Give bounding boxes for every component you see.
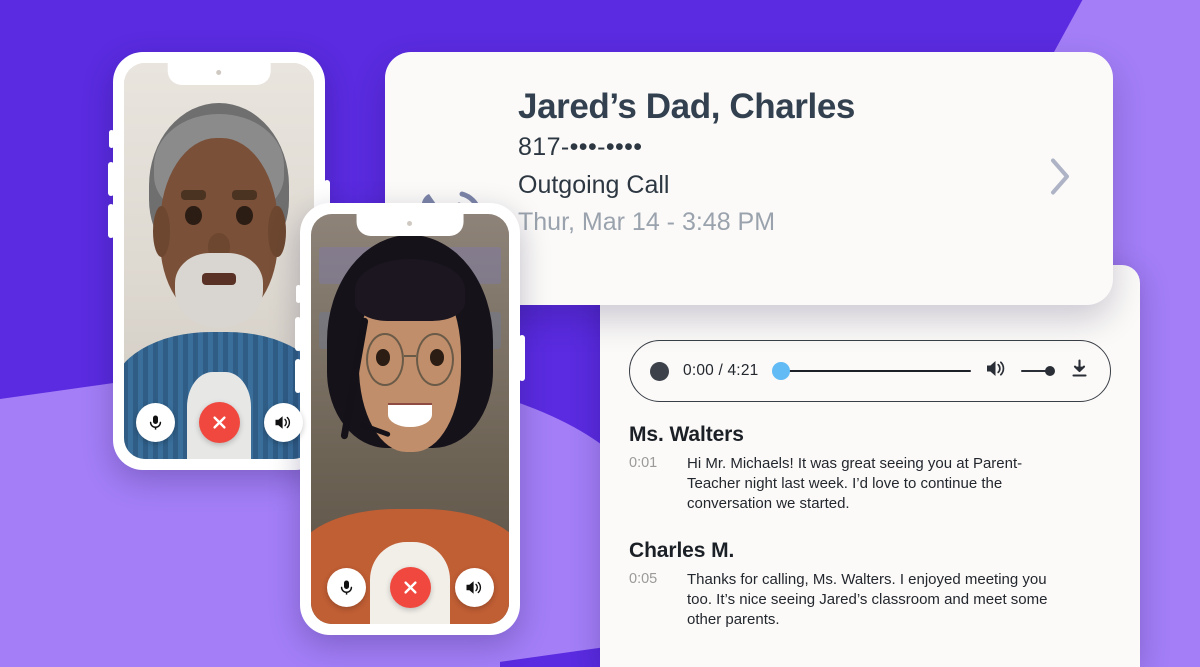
transcript-speaker: Charles M. [629,539,735,563]
transcript-timestamp[interactable]: 0:05 [629,570,667,629]
phone-notch [167,63,271,85]
chevron-right-icon[interactable] [1047,155,1073,202]
transcript-text: Hi Mr. Michaels! It was great seeing you… [687,455,1023,512]
volume-icon[interactable] [985,359,1007,383]
transcript-utterance: 0:05 Thanks for calling, Ms. Walters. I … [629,570,1114,629]
video-feed-primary [124,63,314,459]
transcript-utterance: 0:01 Hi Mr. Michaels! It was great seein… [629,454,1114,513]
seek-track [780,369,971,373]
seek-slider[interactable] [772,362,971,380]
call-details: Jared’s Dad, Charles 817-•••-•••• Outgoi… [518,86,855,241]
phone-volume-down-button [295,359,301,393]
phone-volume-down-button [108,204,114,238]
call-type: Outgoing Call [518,170,670,199]
phone-mockup-secondary [295,203,525,635]
call-controls-primary [124,402,314,443]
transcript-timestamp[interactable]: 0:01 [629,454,667,513]
participant-portrait [124,63,314,459]
call-controls-secondary [311,567,509,608]
screenshot-stage: 0:00 / 4:21 Ms. Walters 0:01 Hi Mr. Mich… [0,0,1200,667]
volume-slider[interactable] [1021,364,1055,378]
seek-knob[interactable] [772,362,791,380]
transcript-list: Ms. Walters 0:01 Hi Mr. Michaels! It was… [629,423,1114,656]
transcript-text: Thanks for calling, Ms. Walters. I enjoy… [687,571,1048,628]
end-call-icon[interactable] [198,402,240,443]
phone-volume-up-button [295,317,301,351]
microphone-icon[interactable] [135,403,175,442]
front-camera-icon [407,221,413,226]
contact-name: Jared’s Dad, Charles [518,87,855,126]
phone-number: 817-•••-•••• [518,133,643,162]
recording-panel: 0:00 / 4:21 Ms. Walters 0:01 Hi Mr. Mich… [600,265,1140,667]
phone-mockup-primary [108,52,330,470]
phone-notch [356,214,464,236]
phone-power-button [519,335,525,381]
phone-mute-switch [109,130,114,148]
player-time-display: 0:00 / 4:21 [683,362,759,379]
transcript-entry: Charles M. 0:05 Thanks for calling, Ms. … [629,539,1114,629]
volume-knob[interactable] [1045,366,1055,376]
download-icon[interactable] [1069,358,1090,384]
participant-portrait [311,214,509,624]
call-timestamp: Thur, Mar 14 - 3:48 PM [518,207,776,236]
transcript-entry: Ms. Walters 0:01 Hi Mr. Michaels! It was… [629,423,1114,513]
speaker-icon[interactable] [263,403,303,442]
end-call-icon[interactable] [389,567,431,608]
phone-volume-up-button [108,162,114,196]
front-camera-icon [216,70,222,75]
audio-player[interactable]: 0:00 / 4:21 [629,340,1111,402]
video-feed-secondary [311,214,509,624]
microphone-icon[interactable] [326,568,366,607]
speaker-icon[interactable] [454,568,494,607]
play-button[interactable] [650,361,669,381]
phone-mute-switch [296,285,301,303]
transcript-speaker: Ms. Walters [629,423,744,446]
